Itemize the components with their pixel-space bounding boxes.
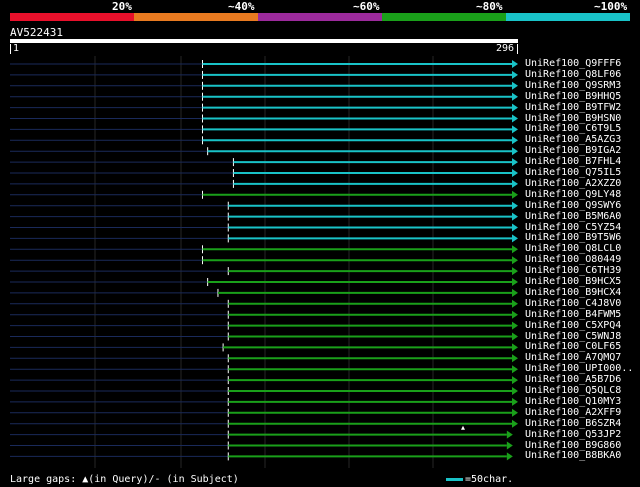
hit-label[interactable]: UniRef100_UPI000.. bbox=[525, 363, 633, 374]
hit-label[interactable]: UniRef100_Q9LY48 bbox=[525, 189, 621, 200]
hit-label[interactable]: UniRef100_Q9SRM3 bbox=[525, 80, 621, 91]
hit-arrow bbox=[512, 408, 518, 417]
hit-label[interactable]: UniRef100_C6TH39 bbox=[525, 265, 621, 276]
hit-label[interactable]: UniRef100_B8BKA0 bbox=[525, 450, 621, 461]
hit-arrow bbox=[512, 136, 518, 145]
hit-label[interactable]: UniRef100_B7FHL4 bbox=[525, 156, 621, 167]
hit-arrow bbox=[512, 70, 518, 79]
hit-arrow bbox=[512, 103, 518, 112]
hit-label[interactable]: UniRef100_B6SZR4 bbox=[525, 418, 621, 429]
hit-arrow bbox=[512, 234, 518, 243]
hit-label[interactable]: UniRef100_O80449 bbox=[525, 254, 621, 265]
hit-arrow bbox=[512, 397, 518, 406]
hit-arrow bbox=[512, 343, 518, 352]
hit-arrow bbox=[506, 452, 513, 461]
legend-swatch-4 bbox=[382, 13, 506, 21]
scale-left-tick bbox=[10, 44, 11, 54]
hit-arrow bbox=[512, 212, 518, 221]
hit-label[interactable]: UniRef100_Q9FFF6 bbox=[525, 58, 621, 69]
hit-arrow bbox=[512, 419, 518, 428]
hit-arrow bbox=[512, 92, 518, 101]
hit-label[interactable]: UniRef100_Q8LCL0 bbox=[525, 243, 621, 254]
hit-arrow bbox=[512, 114, 518, 123]
scale-start-label: 1 bbox=[13, 43, 20, 54]
hit-label[interactable]: UniRef100_Q75IL5 bbox=[525, 167, 621, 178]
hit-label[interactable]: UniRef100_C4J8V0 bbox=[525, 298, 621, 309]
legend-label-3: ~60% bbox=[353, 0, 380, 13]
hit-arrow bbox=[512, 179, 518, 188]
hit-label[interactable]: UniRef100_A2XZZ0 bbox=[525, 178, 621, 189]
hit-label[interactable]: UniRef100_A5AZG3 bbox=[525, 134, 621, 145]
scale-legend: =50char. bbox=[446, 474, 513, 485]
hit-label[interactable]: UniRef100_A7QMQ7 bbox=[525, 352, 621, 363]
hit-arrow bbox=[512, 60, 518, 68]
hit-label[interactable]: UniRef100_B9IGA2 bbox=[525, 145, 621, 156]
hit-arrow bbox=[512, 256, 518, 265]
hit-arrow bbox=[512, 288, 518, 297]
hit-arrow bbox=[512, 81, 518, 90]
hit-arrow bbox=[512, 376, 518, 385]
identity-legend-bar bbox=[10, 13, 630, 21]
hit-arrow bbox=[512, 332, 518, 341]
hit-label[interactable]: UniRef100_C5XPQ4 bbox=[525, 320, 621, 331]
hit-label[interactable]: UniRef100_A2XFF9 bbox=[525, 407, 621, 418]
hit-arrow bbox=[512, 278, 518, 286]
hit-label[interactable]: UniRef100_B9HCX5 bbox=[525, 276, 621, 287]
hit-arrow bbox=[512, 299, 518, 308]
hit-arrow bbox=[512, 365, 518, 374]
hit-label[interactable]: UniRef100_C5WNJ8 bbox=[525, 331, 621, 342]
scale-legend-text: =50char. bbox=[465, 474, 514, 485]
hit-label[interactable]: UniRef100_A5B7D6 bbox=[525, 374, 621, 385]
hit-arrow bbox=[506, 430, 513, 439]
hit-label[interactable]: UniRef100_C5YZ54 bbox=[525, 222, 621, 233]
hit-arrow bbox=[512, 147, 518, 156]
hit-label[interactable]: UniRef100_B9T5W6 bbox=[525, 232, 621, 243]
query-name: AV522431 bbox=[10, 26, 63, 39]
legend-label-5: ~100% bbox=[594, 0, 628, 13]
hit-arrow bbox=[512, 158, 518, 167]
hit-label[interactable]: UniRef100_Q10MY3 bbox=[525, 396, 621, 407]
hit-label[interactable]: UniRef100_C0LF65 bbox=[525, 341, 621, 352]
hit-arrow bbox=[512, 190, 518, 199]
query-scale: 1 296 bbox=[10, 43, 518, 55]
legend-label-4: ~80% bbox=[476, 0, 503, 13]
hit-label[interactable]: UniRef100_B9HCX4 bbox=[525, 287, 621, 298]
scale-key-swatch bbox=[446, 477, 463, 481]
legend-swatch-1 bbox=[10, 13, 134, 21]
hit-label[interactable]: UniRef100_Q8LF06 bbox=[525, 69, 621, 80]
hit-label[interactable]: UniRef100_B5M6A0 bbox=[525, 211, 621, 222]
legend-swatch-3 bbox=[258, 13, 382, 21]
hit-label[interactable]: UniRef100_B9HHQ5 bbox=[525, 91, 621, 102]
hit-label[interactable]: UniRef100_Q5QLC8 bbox=[525, 385, 621, 396]
hit-label[interactable]: UniRef100_Q53JP2 bbox=[525, 429, 621, 440]
hit-arrow bbox=[512, 245, 518, 254]
scale-right-tick bbox=[517, 44, 518, 54]
hit-label[interactable]: UniRef100_B4FWM5 bbox=[525, 309, 621, 320]
hit-arrow bbox=[512, 310, 518, 319]
query-gap-marker bbox=[461, 425, 465, 430]
hit-arrow bbox=[512, 321, 518, 330]
hit-arrow bbox=[512, 169, 518, 177]
legend-label-2: ~40% bbox=[228, 0, 255, 13]
hit-arrow bbox=[506, 441, 513, 450]
hit-label[interactable]: UniRef100_B9TFW2 bbox=[525, 102, 621, 113]
hit-label[interactable]: UniRef100_Q9SWY6 bbox=[525, 200, 621, 211]
hit-label[interactable]: UniRef100_B9HSN0 bbox=[525, 113, 621, 124]
scale-end-label: 296 bbox=[495, 43, 514, 54]
gaps-legend: Large gaps: ▲(in Query)/- (in Subject) bbox=[10, 474, 239, 485]
hit-arrow bbox=[512, 223, 518, 232]
hit-arrow bbox=[512, 201, 518, 210]
legend-label-1: 20% bbox=[112, 0, 132, 13]
hit-arrow bbox=[512, 125, 518, 134]
legend-swatch-2 bbox=[134, 13, 258, 21]
hit-arrow bbox=[512, 267, 518, 276]
legend-swatch-5 bbox=[506, 13, 630, 21]
hit-label[interactable]: UniRef100_C6T9L5 bbox=[525, 123, 621, 134]
hit-arrow bbox=[512, 354, 518, 363]
hit-arrow bbox=[512, 387, 518, 395]
hit-label[interactable]: UniRef100_B9G860 bbox=[525, 440, 621, 451]
